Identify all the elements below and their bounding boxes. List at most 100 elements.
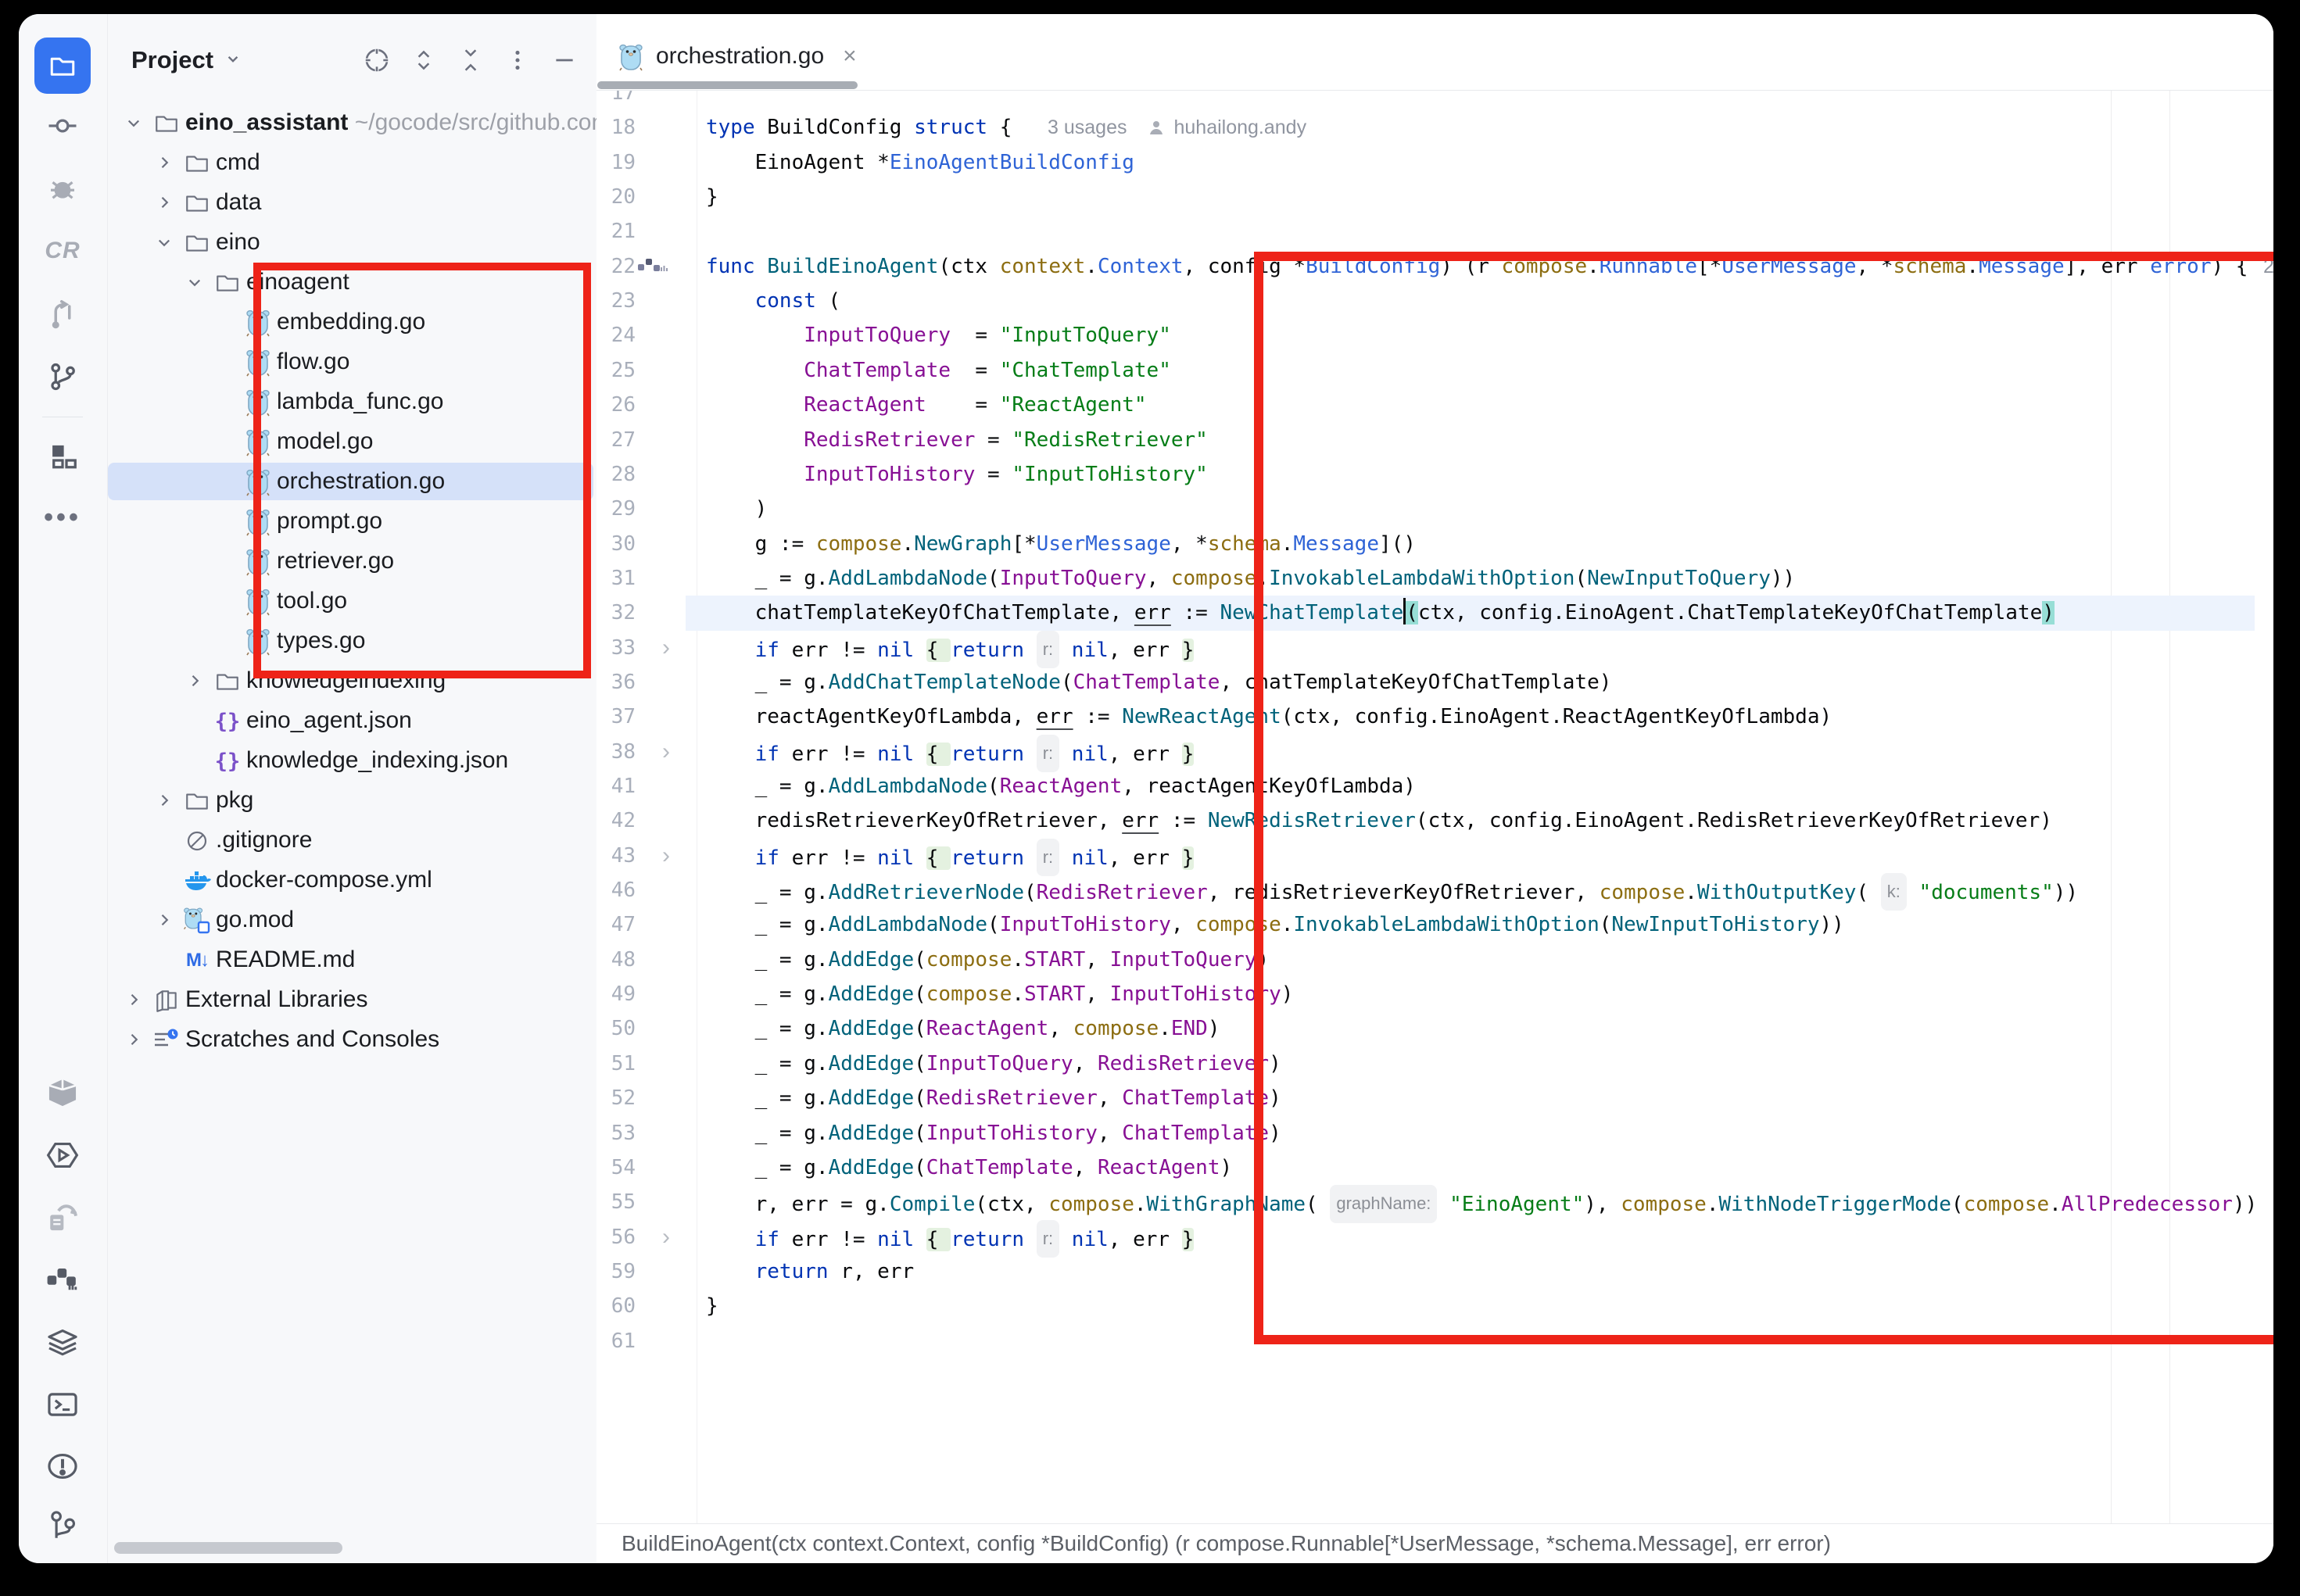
code-line-46[interactable]: 46 _ = g.AddRetrieverNode(RedisRetriever… <box>596 873 2273 907</box>
git-graph-tool-button[interactable] <box>34 1498 91 1554</box>
line-number[interactable]: 31 <box>596 561 636 596</box>
code-line-48[interactable]: 48 _ = g.AddEdge(compose.START, InputToQ… <box>596 943 2273 977</box>
code-line-17[interactable]: 17 <box>596 91 2273 110</box>
tree-item-knowledgeindexing[interactable]: knowledgeindexing <box>108 661 596 700</box>
code-line-47[interactable]: 47 _ = g.AddLambdaNode(InputToHistory, c… <box>596 907 2273 942</box>
code-line-21[interactable]: 21 <box>596 214 2273 249</box>
line-number[interactable]: 55 <box>596 1185 636 1219</box>
line-number[interactable]: 29 <box>596 492 636 526</box>
branches-tool-button[interactable] <box>34 349 91 405</box>
author-name[interactable]: huhailong.andy <box>1173 116 1306 138</box>
fold-chevron-icon[interactable]: › <box>662 1220 670 1254</box>
gutter-usages-icon[interactable] <box>637 256 668 281</box>
line-number[interactable]: 48 <box>596 943 636 977</box>
tree-item-types-go[interactable]: types.go <box>108 621 596 660</box>
code-line-28[interactable]: 28 InputToHistory = "InputToHistory" <box>596 457 2273 492</box>
line-number[interactable]: 61 <box>596 1324 636 1358</box>
tree-item-knowledge-indexing-json[interactable]: {}knowledge_indexing.json <box>108 741 596 780</box>
line-number[interactable]: 28 <box>596 457 636 492</box>
line-number[interactable]: 51 <box>596 1047 636 1081</box>
tree-item-cmd[interactable]: cmd <box>108 143 596 182</box>
fold-chevron-icon[interactable]: › <box>662 839 670 873</box>
tree-horizontal-scrollbar[interactable] <box>114 1542 342 1554</box>
tree-item-tool-go[interactable]: tool.go <box>108 582 596 621</box>
line-number[interactable]: 47 <box>596 907 636 942</box>
code-line-43[interactable]: 43› if err != nil { return r: nil, err } <box>596 839 2273 873</box>
run-tool-button[interactable] <box>34 1127 91 1183</box>
line-number[interactable]: 18 <box>596 110 636 145</box>
code-line-50[interactable]: 50 _ = g.AddEdge(ReactAgent, compose.END… <box>596 1011 2273 1046</box>
tree-item-scratches-and-consoles[interactable]: Scratches and Consoles <box>108 1020 596 1059</box>
line-number[interactable]: 26 <box>596 388 636 422</box>
tree-item-lambda-func-go[interactable]: lambda_func.go <box>108 382 596 421</box>
fold-chevron-icon[interactable]: › <box>662 631 670 665</box>
chevron-right-icon[interactable] <box>122 1028 145 1051</box>
code-line-36[interactable]: 36 _ = g.AddChatTemplateNode(ChatTemplat… <box>596 665 2273 700</box>
chevron-right-icon[interactable] <box>152 151 176 174</box>
code-review-tool-button[interactable]: CR <box>34 223 91 279</box>
chevron-down-icon[interactable] <box>183 270 206 294</box>
tree-item-eino-agent-json[interactable]: {}eino_agent.json <box>108 701 596 740</box>
line-number[interactable]: 37 <box>596 700 636 734</box>
line-number[interactable]: 19 <box>596 145 636 180</box>
tree-item-eino-assistant[interactable]: eino_assistant ~/gocode/src/github.com/c… <box>108 103 596 142</box>
line-number[interactable]: 25 <box>596 353 636 388</box>
code-line-42[interactable]: 42 redisRetrieverKeyOfRetriever, err := … <box>596 803 2273 838</box>
tree-item-go-mod[interactable]: go.mod <box>108 900 596 939</box>
line-number[interactable]: 53 <box>596 1116 636 1150</box>
code-line-55[interactable]: 55 r, err = g.Compile(ctx, compose.WithG… <box>596 1185 2273 1219</box>
line-number[interactable]: 32 <box>596 596 636 630</box>
line-number[interactable]: 49 <box>596 977 636 1011</box>
line-number[interactable]: 42 <box>596 803 636 838</box>
line-number[interactable]: 20 <box>596 180 636 214</box>
line-number[interactable]: 17 <box>596 91 636 110</box>
code-line-49[interactable]: 49 _ = g.AddEdge(compose.START, InputToH… <box>596 977 2273 1011</box>
debug-tool-button[interactable] <box>34 161 91 217</box>
chevron-right-icon[interactable] <box>152 191 176 214</box>
line-number[interactable]: 30 <box>596 527 636 561</box>
chevron-right-icon[interactable] <box>183 669 206 692</box>
tree-item-readme-md[interactable]: M↓README.md <box>108 940 596 979</box>
code-line-22[interactable]: 22func BuildEinoAgent(ctx context.Contex… <box>596 249 2273 284</box>
tree-item-docker-compose-yml[interactable]: docker-compose.yml <box>108 861 596 900</box>
line-number[interactable]: 23 <box>596 284 636 318</box>
line-number[interactable]: 24 <box>596 318 636 352</box>
code-line-54[interactable]: 54 _ = g.AddEdge(ChatTemplate, ReactAgen… <box>596 1150 2273 1185</box>
code-line-24[interactable]: 24 InputToQuery = "InputToQuery" <box>596 318 2273 352</box>
code-line-59[interactable]: 59 return r, err <box>596 1254 2273 1289</box>
code-line-29[interactable]: 29 ) <box>596 492 2273 526</box>
chevron-down-icon[interactable] <box>152 231 176 254</box>
tree-item-flow-go[interactable]: flow.go <box>108 342 596 381</box>
code-editor[interactable]: 1718type BuildConfig struct { 3 usageshu… <box>596 91 2273 1524</box>
tree-item-embedding-go[interactable]: embedding.go <box>108 302 596 342</box>
tree-item-external-libraries[interactable]: External Libraries <box>108 980 596 1019</box>
tree-item-data[interactable]: data <box>108 183 596 222</box>
chevron-right-icon[interactable] <box>122 988 145 1011</box>
tree-item-eino[interactable]: eino <box>108 223 596 262</box>
line-number[interactable]: 52 <box>596 1081 636 1115</box>
chevron-right-icon[interactable] <box>152 789 176 812</box>
line-number[interactable]: 21 <box>596 214 636 249</box>
line-number[interactable]: 36 <box>596 665 636 700</box>
code-line-38[interactable]: 38› if err != nil { return r: nil, err } <box>596 735 2273 769</box>
code-line-27[interactable]: 27 RedisRetriever = "RedisRetriever" <box>596 423 2273 457</box>
code-line-56[interactable]: 56› if err != nil { return r: nil, err } <box>596 1220 2273 1254</box>
code-line-19[interactable]: 19 EinoAgent *EinoAgentBuildConfig <box>596 145 2273 180</box>
tree-item-model-go[interactable]: model.go <box>108 422 596 461</box>
more-tool-windows-button[interactable]: ••• <box>34 489 91 546</box>
line-number[interactable]: 41 <box>596 769 636 803</box>
code-line-20[interactable]: 20} <box>596 180 2273 214</box>
code-line-32[interactable]: 32 chatTemplateKeyOfChatTemplate, err :=… <box>596 596 2273 630</box>
line-number[interactable]: 50 <box>596 1011 636 1046</box>
code-line-31[interactable]: 31 _ = g.AddLambdaNode(InputToQuery, com… <box>596 561 2273 596</box>
code-line-41[interactable]: 41 _ = g.AddLambdaNode(ReactAgent, react… <box>596 769 2273 803</box>
line-number[interactable]: 22 <box>596 249 636 284</box>
line-number[interactable]: 56 <box>596 1220 636 1254</box>
commit-tool-button[interactable] <box>34 98 91 154</box>
line-number[interactable]: 60 <box>596 1289 636 1323</box>
tree-item-einoagent[interactable]: einoagent <box>108 263 596 302</box>
line-number[interactable]: 27 <box>596 423 636 457</box>
terminal-tool-button[interactable] <box>34 1376 91 1433</box>
packages-tool-button[interactable] <box>34 1065 91 1121</box>
line-number[interactable]: 59 <box>596 1254 636 1289</box>
